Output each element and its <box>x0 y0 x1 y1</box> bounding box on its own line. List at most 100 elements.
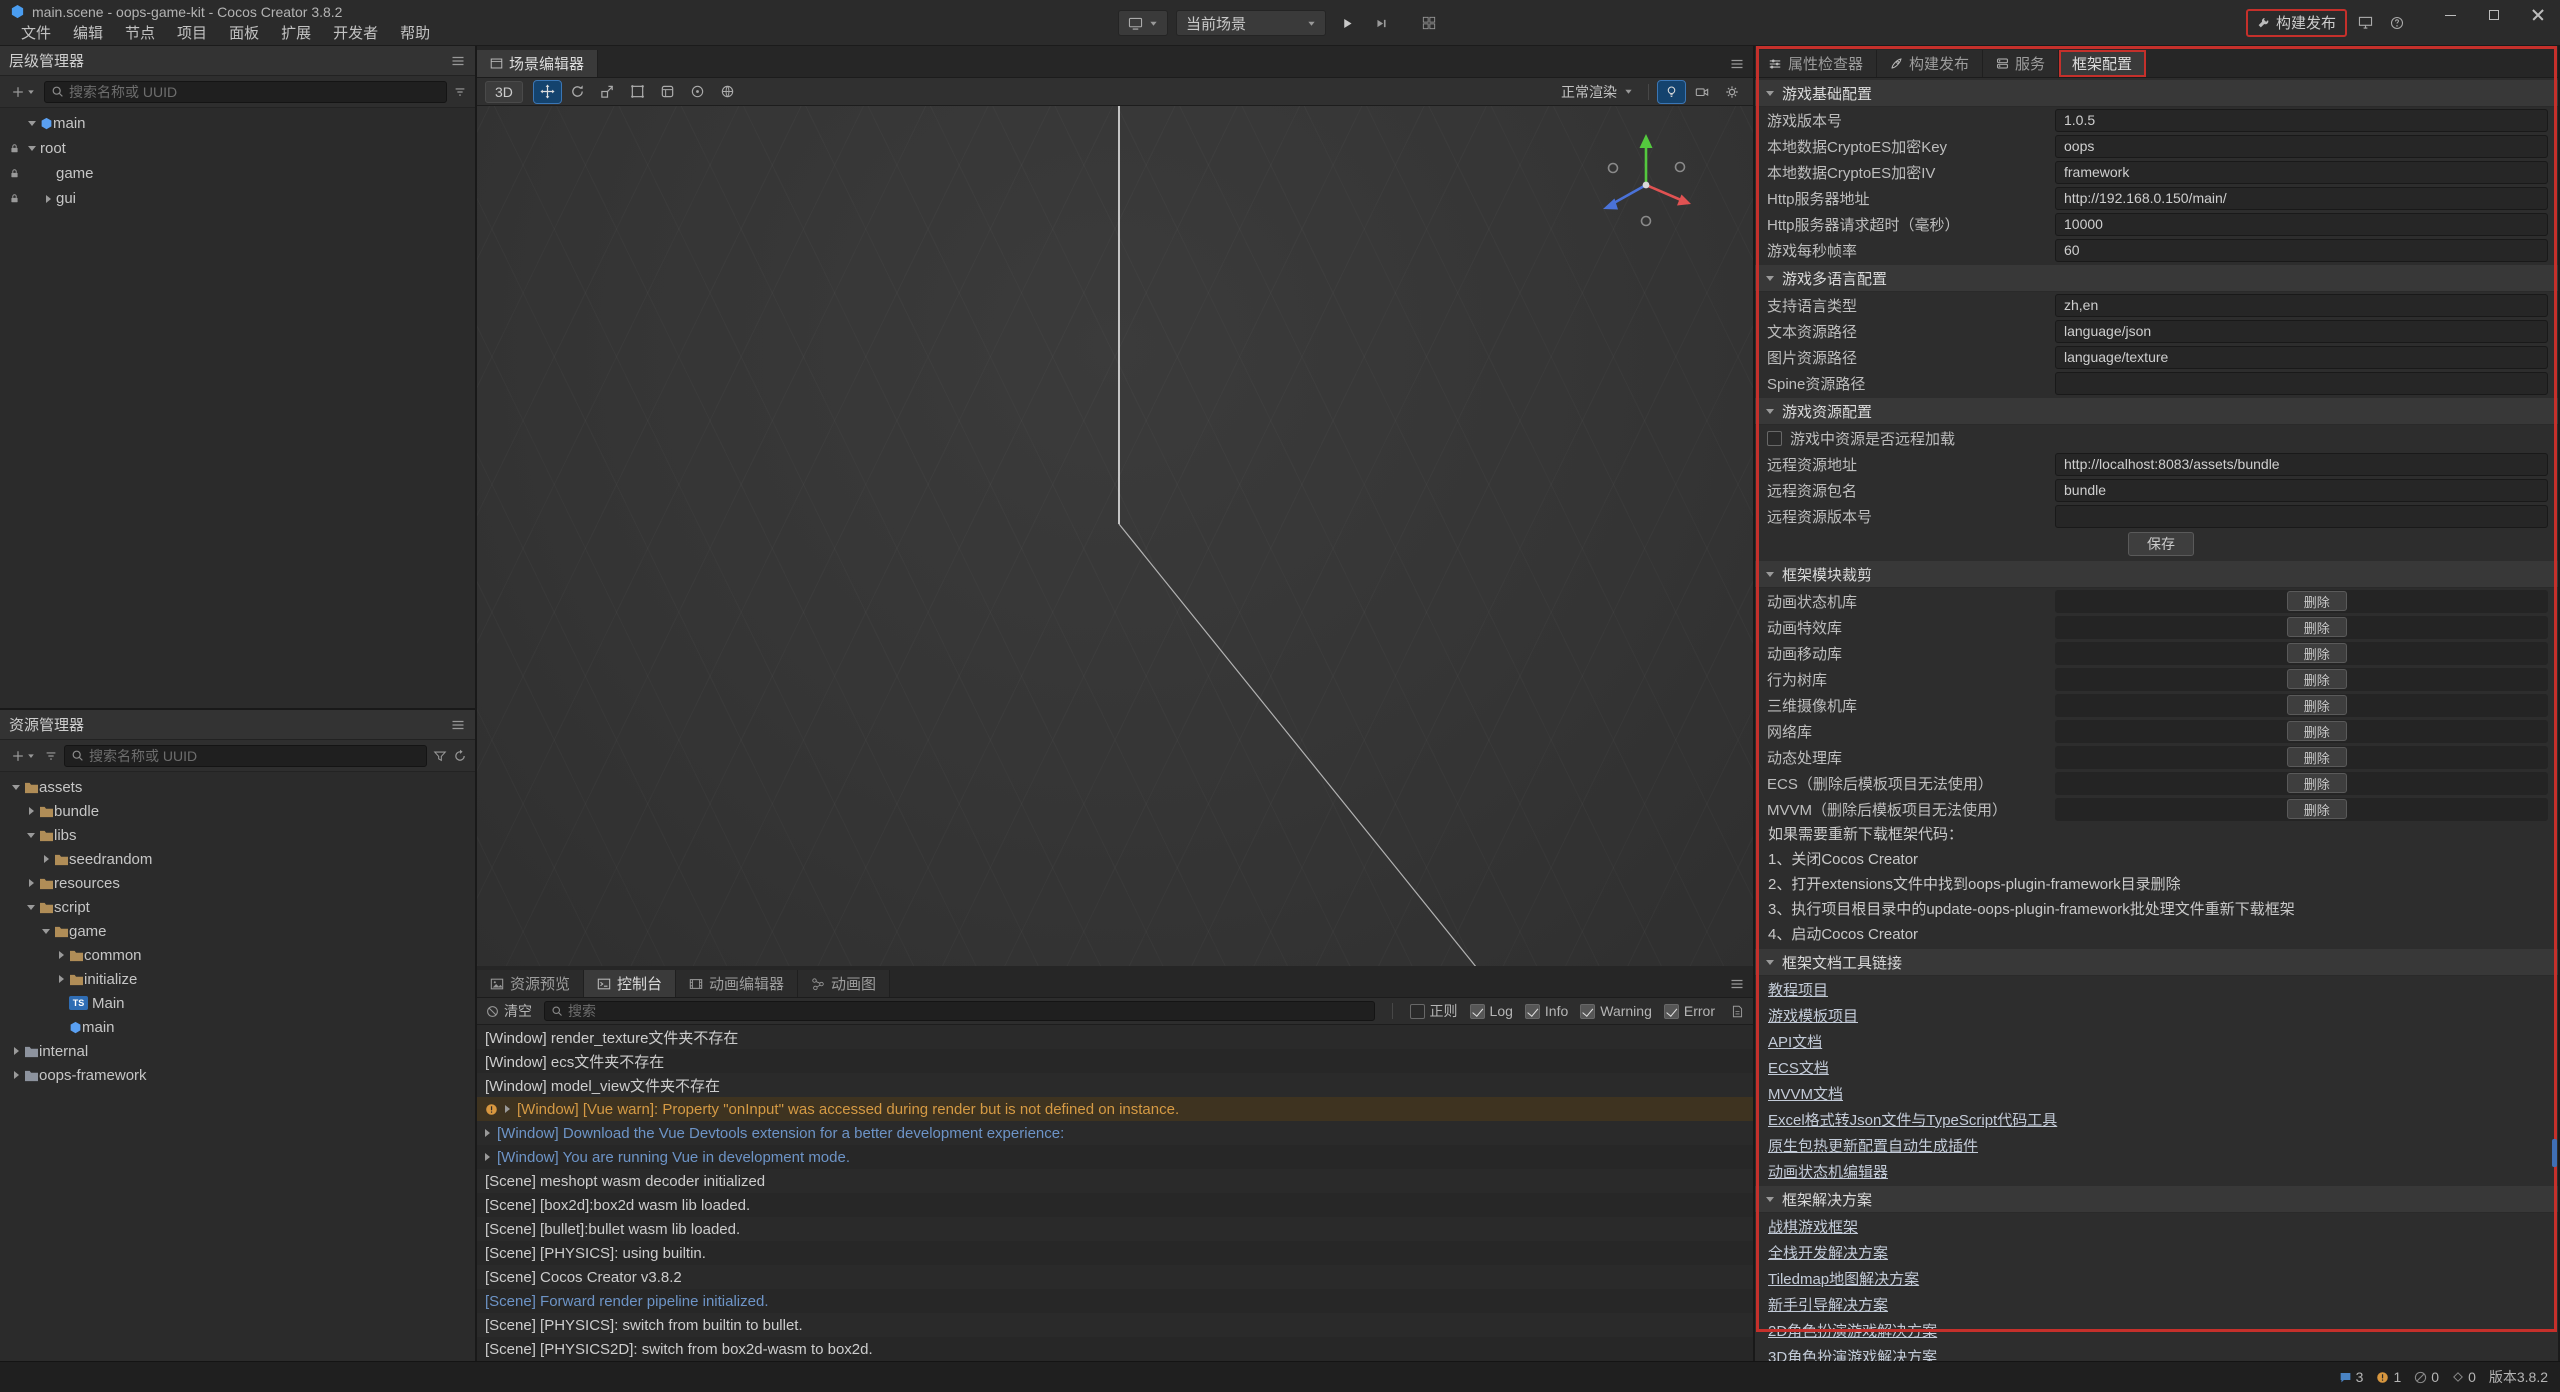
asset-node-internal[interactable]: internal <box>0 1039 475 1063</box>
panel-menu-icon[interactable] <box>1729 976 1745 992</box>
menu-item-6[interactable]: 开发者 <box>322 23 389 45</box>
property-input-0-0[interactable] <box>2055 109 2548 132</box>
asset-node-seedrandom[interactable]: seedrandom <box>0 847 475 871</box>
doc-link[interactable]: 3D角色扮演游戏解决方案 <box>1768 1346 1937 1362</box>
property-input-0-3[interactable] <box>2055 187 2548 210</box>
menu-item-5[interactable]: 扩展 <box>270 23 322 45</box>
panel-menu-icon[interactable] <box>450 53 466 69</box>
rect-tool-button[interactable] <box>624 81 651 103</box>
property-input-1-3[interactable] <box>2055 372 2548 395</box>
gear-toggle-button[interactable] <box>1718 81 1745 103</box>
filter-checkbox[interactable] <box>1470 1004 1485 1019</box>
doc-link[interactable]: Excel格式转Json文件与TypeScript代码工具 <box>1768 1109 2057 1130</box>
expand-arrow-icon[interactable] <box>485 1153 490 1161</box>
log-row-6[interactable]: [Scene] meshopt wasm decoder initialized <box>477 1169 1753 1193</box>
doc-link[interactable]: ECS文档 <box>1768 1057 1829 1078</box>
log-row-12[interactable]: [Scene] [PHYSICS]: switch from builtin t… <box>477 1313 1753 1337</box>
maximize-button[interactable] <box>2472 0 2516 30</box>
doc-link[interactable]: 教程项目 <box>1768 979 1828 1000</box>
log-row-1[interactable]: [Window] ecs文件夹不存在 <box>477 1049 1753 1073</box>
section-header-1[interactable]: 游戏多语言配置 <box>1755 265 2558 292</box>
log-row-10[interactable]: [Scene] Cocos Creator v3.8.2 <box>477 1265 1753 1289</box>
asset-node-script[interactable]: script <box>0 895 475 919</box>
expand-arrow-icon[interactable] <box>485 1129 490 1137</box>
delete-button-3[interactable]: 删除 <box>2287 669 2347 689</box>
scale-tool-button[interactable] <box>594 81 621 103</box>
expand-arrow-icon[interactable] <box>53 975 69 983</box>
save-button[interactable]: 保存 <box>2128 532 2194 556</box>
expand-arrow-icon[interactable] <box>53 951 69 959</box>
warn-count-item[interactable]: 1 <box>2376 1369 2401 1385</box>
task-count-item[interactable]: 0 <box>2452 1369 2476 1385</box>
world-tool-button[interactable] <box>714 81 741 103</box>
expand-arrow-icon[interactable] <box>38 855 54 863</box>
inspector-tab-2[interactable]: 服务 <box>1983 50 2059 77</box>
layout-button[interactable] <box>1416 11 1442 35</box>
property-input-0-2[interactable] <box>2055 161 2548 184</box>
menu-item-2[interactable]: 节点 <box>114 23 166 45</box>
log-row-3[interactable]: [Window] [Vue warn]: Property "onInput" … <box>477 1097 1753 1121</box>
build-publish-button[interactable]: 构建发布 <box>2247 10 2346 36</box>
property-input-2-3[interactable] <box>2055 505 2548 528</box>
property-input-0-1[interactable] <box>2055 135 2548 158</box>
doc-link[interactable]: API文档 <box>1768 1031 1822 1052</box>
minimize-button[interactable] <box>2428 0 2472 30</box>
asset-node-common[interactable]: common <box>0 943 475 967</box>
section-header-2[interactable]: 游戏资源配置 <box>1755 398 2558 425</box>
filter-info[interactable]: Info <box>1525 1003 1568 1019</box>
assets-search-input[interactable] <box>89 748 420 764</box>
delete-button-6[interactable]: 删除 <box>2287 747 2347 767</box>
property-input-2-2[interactable] <box>2055 479 2548 502</box>
doc-link[interactable]: 全栈开发解决方案 <box>1768 1242 1888 1263</box>
axis-gizmo[interactable] <box>1581 120 1711 250</box>
asset-node-libs[interactable]: libs <box>0 823 475 847</box>
property-input-0-4[interactable] <box>2055 213 2548 236</box>
filter-checkbox[interactable] <box>1525 1004 1540 1019</box>
asset-node-bundle[interactable]: bundle <box>0 799 475 823</box>
asset-node-assets[interactable]: assets <box>0 775 475 799</box>
filter-checkbox[interactable] <box>1664 1004 1679 1019</box>
delete-button-8[interactable]: 删除 <box>2287 799 2347 819</box>
hierarchy-node-root[interactable]: root <box>0 136 475 161</box>
delete-button-4[interactable]: 删除 <box>2287 695 2347 715</box>
delete-button-2[interactable]: 删除 <box>2287 643 2347 663</box>
scrollbar-thumb[interactable] <box>2552 1139 2557 1167</box>
preview-window-button[interactable] <box>2352 11 2378 35</box>
collapse-arrow-icon[interactable] <box>23 833 39 838</box>
assets-search[interactable] <box>64 745 427 767</box>
collapse-arrow-icon[interactable] <box>38 929 54 934</box>
menu-item-4[interactable]: 面板 <box>218 23 270 45</box>
log-row-13[interactable]: [Scene] [PHYSICS2D]: switch from box2d-w… <box>477 1337 1753 1361</box>
log-row-5[interactable]: [Window] You are running Vue in developm… <box>477 1145 1753 1169</box>
play-button[interactable] <box>1334 11 1360 35</box>
property-input-1-2[interactable] <box>2055 346 2548 369</box>
log-row-11[interactable]: [Scene] Forward render pipeline initiali… <box>477 1289 1753 1313</box>
property-input-0-5[interactable] <box>2055 239 2548 262</box>
console-tab-2[interactable]: 动画编辑器 <box>676 970 798 997</box>
rotate-tool-button[interactable] <box>564 81 591 103</box>
filter-error[interactable]: Error <box>1664 1003 1715 1019</box>
ui-tool-button[interactable] <box>654 81 681 103</box>
inspector-tab-3[interactable]: 框架配置 <box>2059 50 2146 77</box>
step-button[interactable] <box>1368 11 1394 35</box>
panel-menu-icon[interactable] <box>1729 56 1745 72</box>
delete-button-7[interactable]: 删除 <box>2287 773 2347 793</box>
create-node-button[interactable] <box>8 81 38 103</box>
console-search-input[interactable] <box>568 1003 1368 1019</box>
view-mode-3d-button[interactable]: 3D <box>485 81 523 103</box>
bulb-toggle-button[interactable] <box>1658 81 1685 103</box>
expand-arrow-icon[interactable] <box>23 879 39 887</box>
log-row-9[interactable]: [Scene] [PHYSICS]: using builtin. <box>477 1241 1753 1265</box>
export-log-icon[interactable] <box>1731 1005 1744 1018</box>
console-clear-button[interactable]: 清空 <box>486 1001 532 1021</box>
doc-link[interactable]: MVVM文档 <box>1768 1083 1843 1104</box>
filter-log[interactable]: Log <box>1470 1003 1513 1019</box>
scene-select-dropdown[interactable]: 当前场景 <box>1176 10 1326 36</box>
regex-checkbox[interactable] <box>1410 1004 1425 1019</box>
doc-link[interactable]: 新手引导解决方案 <box>1768 1294 1888 1315</box>
doc-link[interactable]: 原生包热更新配置自动生成插件 <box>1768 1135 1978 1156</box>
expand-arrow-icon[interactable] <box>505 1105 510 1113</box>
doc-link[interactable]: Tiledmap地图解决方案 <box>1768 1268 1919 1289</box>
property-input-2-1[interactable] <box>2055 453 2548 476</box>
panel-menu-icon[interactable] <box>450 717 466 733</box>
